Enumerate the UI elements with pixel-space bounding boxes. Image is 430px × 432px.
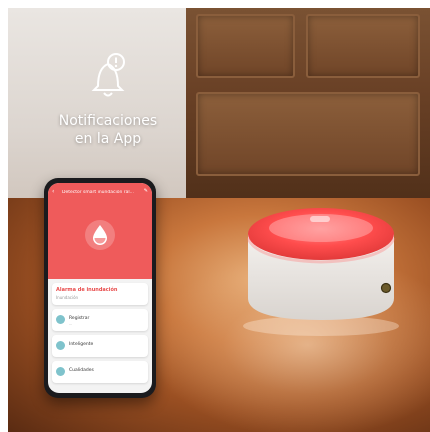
row-label: Inteligente — [69, 342, 94, 347]
cabinet-drawer — [196, 14, 295, 78]
back-arrow-icon[interactable]: ‹ — [52, 188, 54, 195]
row-hint: ··· — [69, 323, 73, 327]
water-drop-icon — [93, 225, 107, 245]
row-dot-icon — [56, 367, 65, 376]
product-photo: Notificaciones en la App ‹ Detector smar… — [8, 8, 430, 432]
headline-line-1: Notificaciones — [58, 113, 158, 129]
row-label: Registrar — [69, 316, 90, 321]
edit-icon[interactable]: ✎ — [144, 188, 148, 194]
list-item-inteligente[interactable]: Inteligente — [52, 335, 148, 357]
alarm-subtitle: Inundación — [56, 295, 79, 300]
alarm-card[interactable]: Alarma de inundación Inundación — [52, 283, 148, 305]
list-item-cualidades[interactable]: Cualidades — [52, 361, 148, 383]
bell-alert-icon — [91, 53, 125, 97]
app-title: Detector smart inundación ral... — [62, 190, 134, 195]
flood-sensor-device — [243, 208, 399, 336]
alarm-title: Alarma de inundación — [56, 287, 118, 293]
row-dot-icon — [56, 341, 65, 350]
headline: Notificaciones en la App — [38, 112, 178, 148]
phone-screen: ‹ Detector smart inundación ral... ✎ Ala… — [48, 183, 152, 393]
drop-badge — [85, 220, 115, 250]
cabinet-drawer — [306, 14, 420, 78]
smartphone: ‹ Detector smart inundación ral... ✎ Ala… — [44, 178, 156, 398]
row-dot-icon — [56, 315, 65, 324]
app-header: ‹ Detector smart inundación ral... ✎ — [48, 183, 152, 279]
row-label: Cualidades — [69, 368, 94, 373]
list-item-registrar[interactable]: Registrar ··· — [52, 309, 148, 331]
wood-cabinet — [186, 8, 430, 213]
cabinet-drawer — [196, 92, 420, 176]
headline-line-2: en la App — [74, 131, 142, 147]
